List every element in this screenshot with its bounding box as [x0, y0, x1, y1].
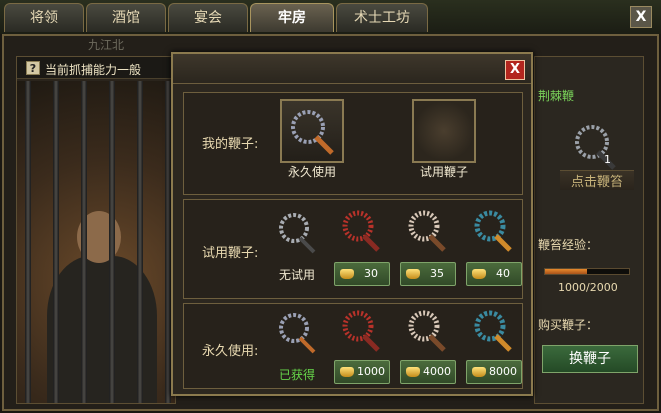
whip-icon[interactable] [402, 306, 450, 354]
whip-icon[interactable] [468, 206, 516, 254]
capture-bar: ? 当前抓捕能力一般 [17, 57, 175, 79]
my-whip-section: 我的鞭子: 永久使用 试用鞭子 [183, 92, 523, 195]
dialog-titlebar: X [173, 54, 531, 84]
prison-bar [53, 81, 59, 403]
permanent-whip-section: 永久使用: 已获得 1000 4000 8000 [183, 303, 523, 389]
whip-icon[interactable] [336, 306, 384, 354]
gold-ingot-icon [340, 367, 354, 377]
permanent-use-caption: 永久使用 [287, 165, 336, 179]
tab-prison[interactable]: 牢房 [250, 3, 334, 32]
change-whip-button[interactable]: 换鞭子 [542, 345, 638, 373]
prison-bar [109, 81, 115, 403]
permanent-whip-label: 永久使用: [202, 344, 259, 359]
whip-icon[interactable] [402, 206, 450, 254]
close-icon[interactable]: X [505, 60, 525, 80]
my-whip-label: 我的鞭子: [202, 137, 259, 152]
price-value: 8000 [489, 365, 517, 378]
prison-bar [137, 81, 143, 403]
whip-icon[interactable] [568, 120, 620, 172]
tab-tavern[interactable]: 酒馆 [86, 3, 166, 32]
price-value: 40 [496, 267, 510, 280]
thorn-whip-label: 荆棘鞭 [538, 89, 575, 103]
prison-cell: ? 当前抓捕能力一般 [16, 56, 176, 404]
gold-ingot-icon [472, 367, 486, 377]
trial-price-button[interactable]: 40 [466, 262, 522, 286]
whip-icon[interactable] [468, 306, 516, 354]
whip-exp-fill [545, 269, 587, 274]
whip-icon[interactable] [272, 208, 320, 256]
permanent-price-button[interactable]: 4000 [400, 360, 456, 384]
whip-dialog: X 我的鞭子: 永久使用 试用鞭子 试用鞭子: 无试用 30 35 40 永久使… [171, 52, 533, 396]
whip-exp-label: 鞭笞经验： [538, 238, 599, 252]
trial-price-button[interactable]: 30 [334, 262, 390, 286]
permanent-whip-slot[interactable] [280, 99, 344, 163]
whip-action-button[interactable]: 点击鞭笞 [560, 170, 634, 190]
permanent-price-button[interactable]: 1000 [334, 360, 390, 384]
tab-generals[interactable]: 将领 [4, 3, 84, 32]
prison-bar [25, 81, 31, 403]
tab-bar: 将领 酒馆 宴会 牢房 术士工坊 X [0, 0, 661, 34]
tab-warlock-workshop[interactable]: 术士工坊 [336, 3, 428, 32]
prison-bar [81, 81, 87, 403]
close-icon[interactable]: X [630, 6, 652, 28]
gold-ingot-icon [340, 269, 354, 279]
whip-icon [291, 110, 334, 155]
location-tag: 九江北 [88, 38, 125, 52]
whip-exp-value: 1000/2000 [558, 281, 618, 294]
trial-price-button[interactable]: 35 [400, 262, 456, 286]
trial-whip-slot[interactable] [412, 99, 476, 163]
prisoner-portrait [17, 81, 175, 403]
trial-whip-caption: 试用鞭子 [419, 165, 468, 179]
price-value: 30 [364, 267, 378, 280]
capture-ability-text: 当前抓捕能力一般 [45, 63, 142, 77]
gold-ingot-icon [406, 269, 420, 279]
buy-whip-label: 购买鞭子： [538, 318, 599, 332]
price-value: 35 [430, 267, 444, 280]
gold-ingot-icon [406, 367, 420, 377]
no-trial-text: 无试用 [278, 268, 315, 282]
thorn-count: 1 [604, 153, 611, 166]
trial-whip-label: 试用鞭子: [202, 246, 259, 261]
permanent-price-button[interactable]: 8000 [466, 360, 522, 384]
price-value: 1000 [357, 365, 385, 378]
price-value: 4000 [423, 365, 451, 378]
whip-icon[interactable] [272, 308, 320, 356]
trial-whip-section: 试用鞭子: 无试用 30 35 40 [183, 199, 523, 299]
owned-text: 已获得 [278, 368, 315, 382]
help-icon[interactable]: ? [26, 61, 40, 75]
whip-exp-bar [544, 268, 630, 275]
tab-banquet[interactable]: 宴会 [168, 3, 248, 32]
whip-icon[interactable] [336, 206, 384, 254]
gold-ingot-icon [472, 269, 486, 279]
